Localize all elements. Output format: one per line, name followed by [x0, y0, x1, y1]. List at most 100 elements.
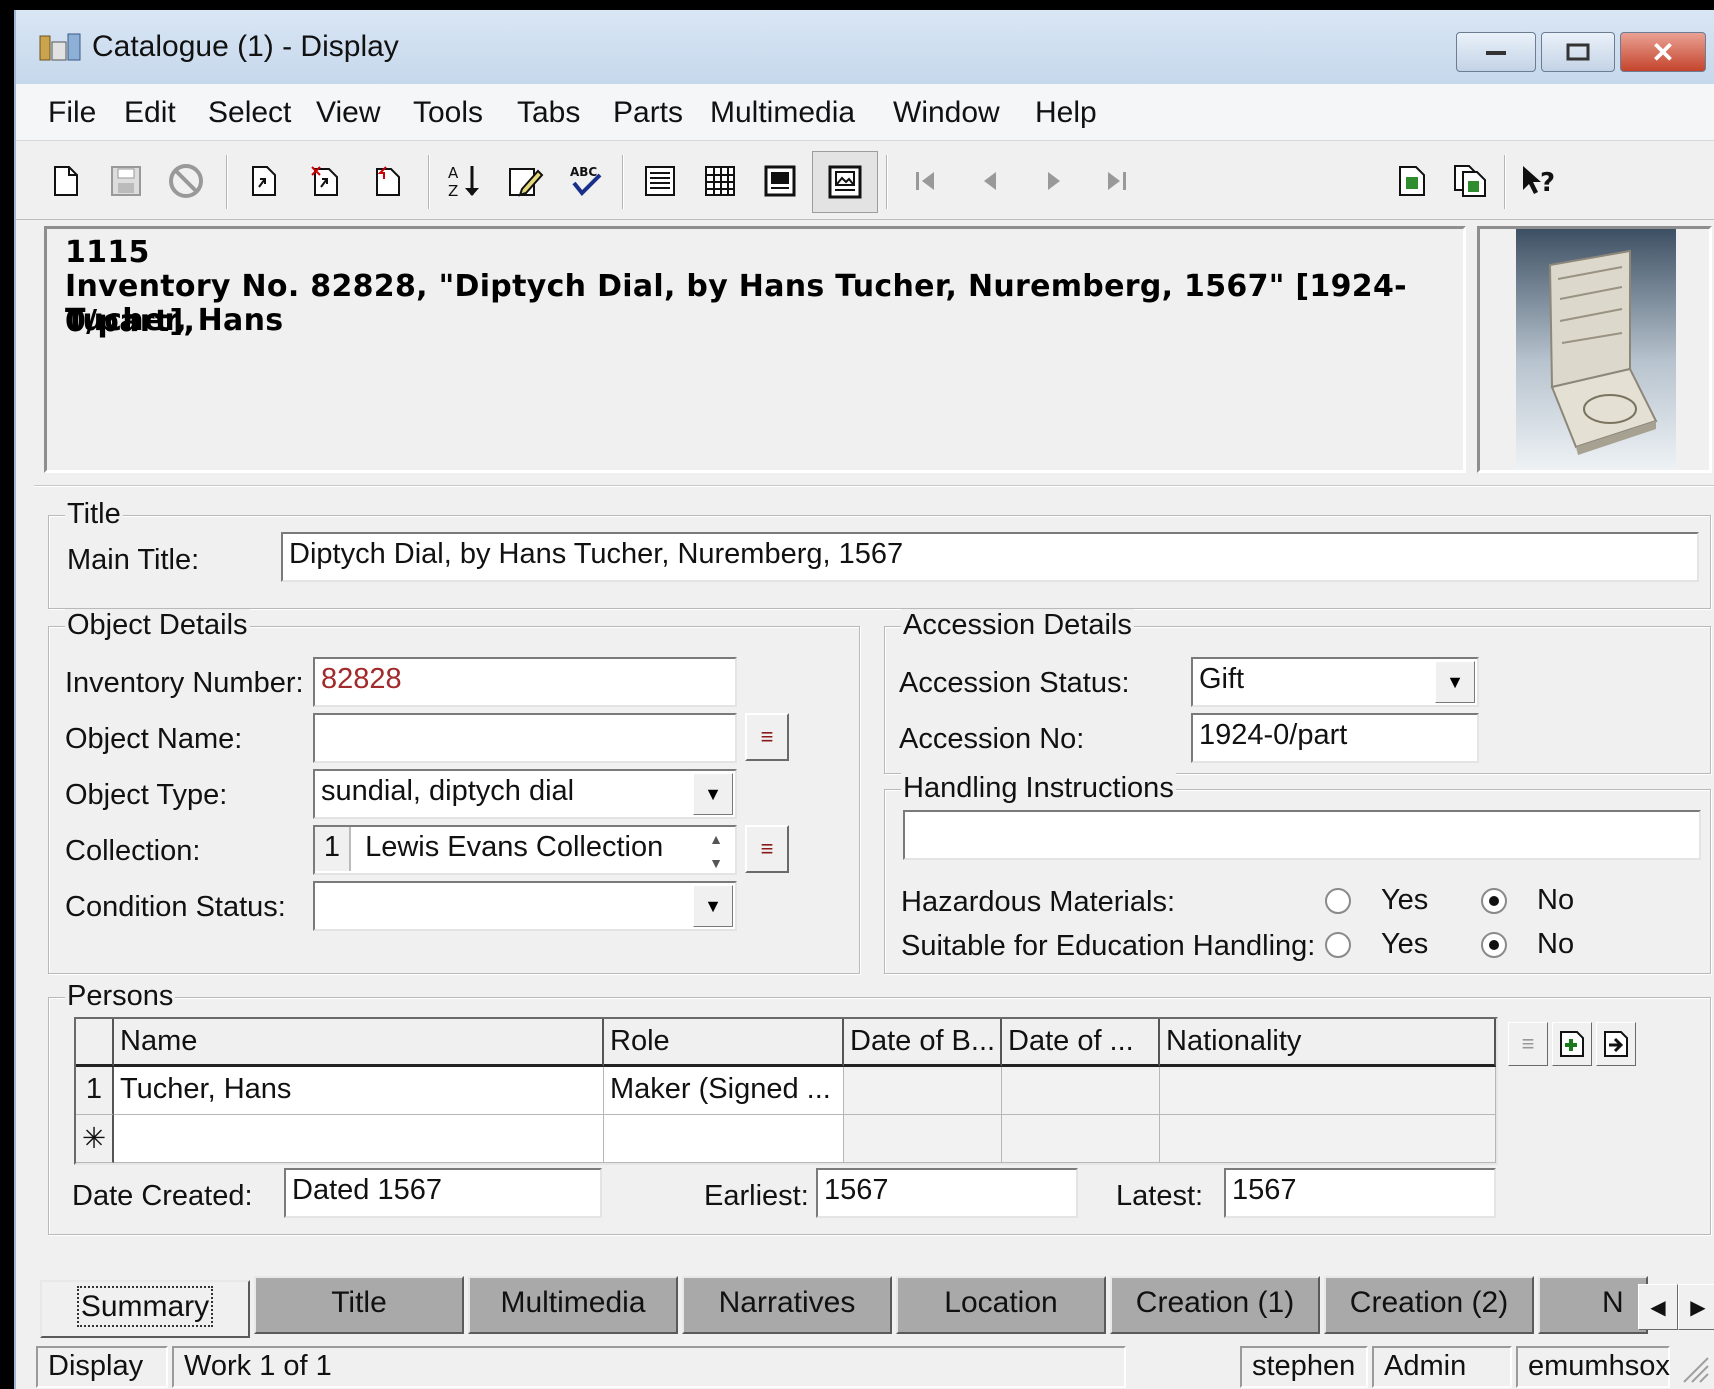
object-type-label: Object Type: — [65, 779, 228, 811]
inventory-number-field[interactable]: 82828 — [313, 657, 737, 707]
menu-multimedia[interactable]: Multimedia — [710, 96, 855, 130]
tab-creation-1[interactable]: Creation (1) — [1110, 1276, 1320, 1334]
object-type-select[interactable]: sundial, diptych dial ▼ — [313, 769, 737, 819]
save-icon[interactable] — [104, 159, 148, 203]
next-record-icon[interactable] — [1032, 159, 1076, 203]
menu-tabs[interactable]: Tabs — [517, 96, 580, 130]
menu-help[interactable]: Help — [1035, 96, 1097, 130]
latest-date-field[interactable]: 1567 — [1224, 1168, 1496, 1218]
help-icon[interactable]: ? — [1518, 159, 1562, 203]
edit-icon[interactable] — [504, 159, 548, 203]
collection-spinner[interactable]: ▲ ▼ — [701, 831, 731, 871]
accession-no-field[interactable]: 1924-0/part — [1191, 713, 1479, 763]
new-person-dob-cell[interactable] — [844, 1115, 1002, 1163]
education-yes-radio[interactable] — [1325, 932, 1351, 958]
person-nationality-cell[interactable] — [1160, 1067, 1496, 1115]
object-thumbnail — [1516, 229, 1676, 470]
new-person-dod-cell[interactable] — [1002, 1115, 1160, 1163]
tab-narratives[interactable]: Narratives — [682, 1276, 892, 1334]
object-name-field[interactable] — [313, 713, 737, 763]
toolbar: AZ ABC ? — [16, 140, 1714, 220]
handling-instructions-field[interactable] — [903, 810, 1701, 860]
cancel-icon[interactable] — [164, 159, 208, 203]
persons-lookup-button[interactable]: ≡ — [1508, 1022, 1548, 1066]
persons-grid: Name Role Date of B... Date of ... Natio… — [74, 1017, 1498, 1165]
grid-corner — [76, 1019, 114, 1067]
handling-instructions-legend: Handling Instructions — [901, 772, 1176, 805]
handling-instructions-group: Handling Instructions Hazardous Material… — [884, 772, 1711, 974]
object-name-label: Object Name: — [65, 723, 243, 755]
tab-title[interactable]: Title — [254, 1276, 464, 1334]
select-icon[interactable] — [242, 159, 286, 203]
tab-creation-2[interactable]: Creation (2) — [1324, 1276, 1534, 1334]
new-person-role-cell[interactable] — [604, 1115, 844, 1163]
hazardous-yes-radio[interactable] — [1325, 888, 1351, 914]
page-view-icon[interactable] — [758, 159, 802, 203]
image-view-icon[interactable] — [812, 151, 878, 213]
tab-scroll-left-button[interactable]: ◀ — [1638, 1284, 1678, 1330]
close-button[interactable]: ✕ — [1620, 32, 1706, 72]
new-person-name-cell[interactable] — [114, 1115, 604, 1163]
object-type-dropdown-button[interactable]: ▼ — [693, 773, 733, 815]
hazardous-no-radio[interactable] — [1481, 888, 1507, 914]
new-row-marker[interactable]: ✳ — [76, 1115, 114, 1163]
column-header-nationality[interactable]: Nationality — [1160, 1019, 1496, 1067]
collection-lookup-button[interactable]: ≡ — [745, 825, 789, 873]
main-title-field[interactable]: Diptych Dial, by Hans Tucher, Nuremberg,… — [281, 532, 1699, 582]
copy-record-icon[interactable] — [1390, 159, 1434, 203]
person-role-cell[interactable]: Maker (Signed ... — [604, 1067, 844, 1115]
previous-record-icon[interactable] — [968, 159, 1012, 203]
menu-window[interactable]: Window — [893, 96, 1000, 130]
deselect-icon[interactable] — [366, 159, 410, 203]
condition-status-dropdown-button[interactable]: ▼ — [693, 885, 733, 927]
earliest-date-field[interactable]: 1567 — [816, 1168, 1078, 1218]
menu-parts[interactable]: Parts — [613, 96, 683, 130]
collection-field[interactable]: 1 Lewis Evans Collection ▲ ▼ — [313, 825, 737, 875]
menu-view[interactable]: View — [316, 96, 380, 130]
lookup-list-icon: ≡ — [760, 836, 774, 861]
row-number[interactable]: 1 — [76, 1067, 114, 1115]
resize-grip-icon[interactable] — [1678, 1352, 1710, 1384]
column-header-name[interactable]: Name — [114, 1019, 604, 1067]
select-all-icon[interactable] — [304, 159, 348, 203]
maximize-button[interactable] — [1541, 32, 1615, 72]
object-name-lookup-button[interactable]: ≡ — [745, 713, 789, 761]
tab-scroll-right-button[interactable]: ▶ — [1678, 1284, 1714, 1330]
menu-select[interactable]: Select — [208, 96, 291, 130]
person-name-cell[interactable]: Tucher, Hans — [114, 1067, 604, 1115]
person-dod-cell[interactable] — [1002, 1067, 1160, 1115]
thumbnail-frame[interactable] — [1477, 226, 1712, 473]
list-view-icon[interactable] — [638, 159, 682, 203]
first-record-icon[interactable] — [904, 159, 948, 203]
last-record-icon[interactable] — [1094, 159, 1138, 203]
lookup-list-icon: ≡ — [760, 724, 774, 749]
menu-edit[interactable]: Edit — [124, 96, 176, 130]
chevron-down-icon: ▼ — [1446, 671, 1464, 692]
accession-status-select[interactable]: Gift ▼ — [1191, 657, 1479, 707]
column-header-date-of-birth[interactable]: Date of B... — [844, 1019, 1002, 1067]
new-person-nationality-cell[interactable] — [1160, 1115, 1496, 1163]
tab-multimedia[interactable]: Multimedia — [468, 1276, 678, 1334]
condition-status-select[interactable]: ▼ — [313, 881, 737, 931]
menu-file[interactable]: File — [48, 96, 96, 130]
new-record-icon[interactable] — [44, 159, 88, 203]
menu-tools[interactable]: Tools — [413, 96, 483, 130]
tab-location[interactable]: Location — [896, 1276, 1106, 1334]
persons-add-button[interactable] — [1552, 1022, 1592, 1066]
spellcheck-icon[interactable]: ABC — [564, 159, 608, 203]
date-created-field[interactable]: Dated 1567 — [284, 1168, 602, 1218]
sort-icon[interactable]: AZ — [442, 159, 486, 203]
grid-view-icon[interactable] — [698, 159, 742, 203]
column-header-role[interactable]: Role — [604, 1019, 844, 1067]
chevron-down-icon: ▼ — [704, 895, 722, 916]
column-header-date-of-death[interactable]: Date of ... — [1002, 1019, 1160, 1067]
tab-summary[interactable]: Summary — [40, 1280, 250, 1338]
copy-records-icon[interactable] — [1448, 159, 1492, 203]
tab-next-partial[interactable]: N — [1538, 1276, 1648, 1334]
person-dob-cell[interactable] — [844, 1067, 1002, 1115]
education-no-radio[interactable] — [1481, 932, 1507, 958]
persons-attach-button[interactable] — [1596, 1022, 1636, 1066]
app-icon — [39, 33, 81, 61]
minimize-button[interactable] — [1456, 32, 1536, 72]
accession-status-dropdown-button[interactable]: ▼ — [1435, 661, 1475, 703]
